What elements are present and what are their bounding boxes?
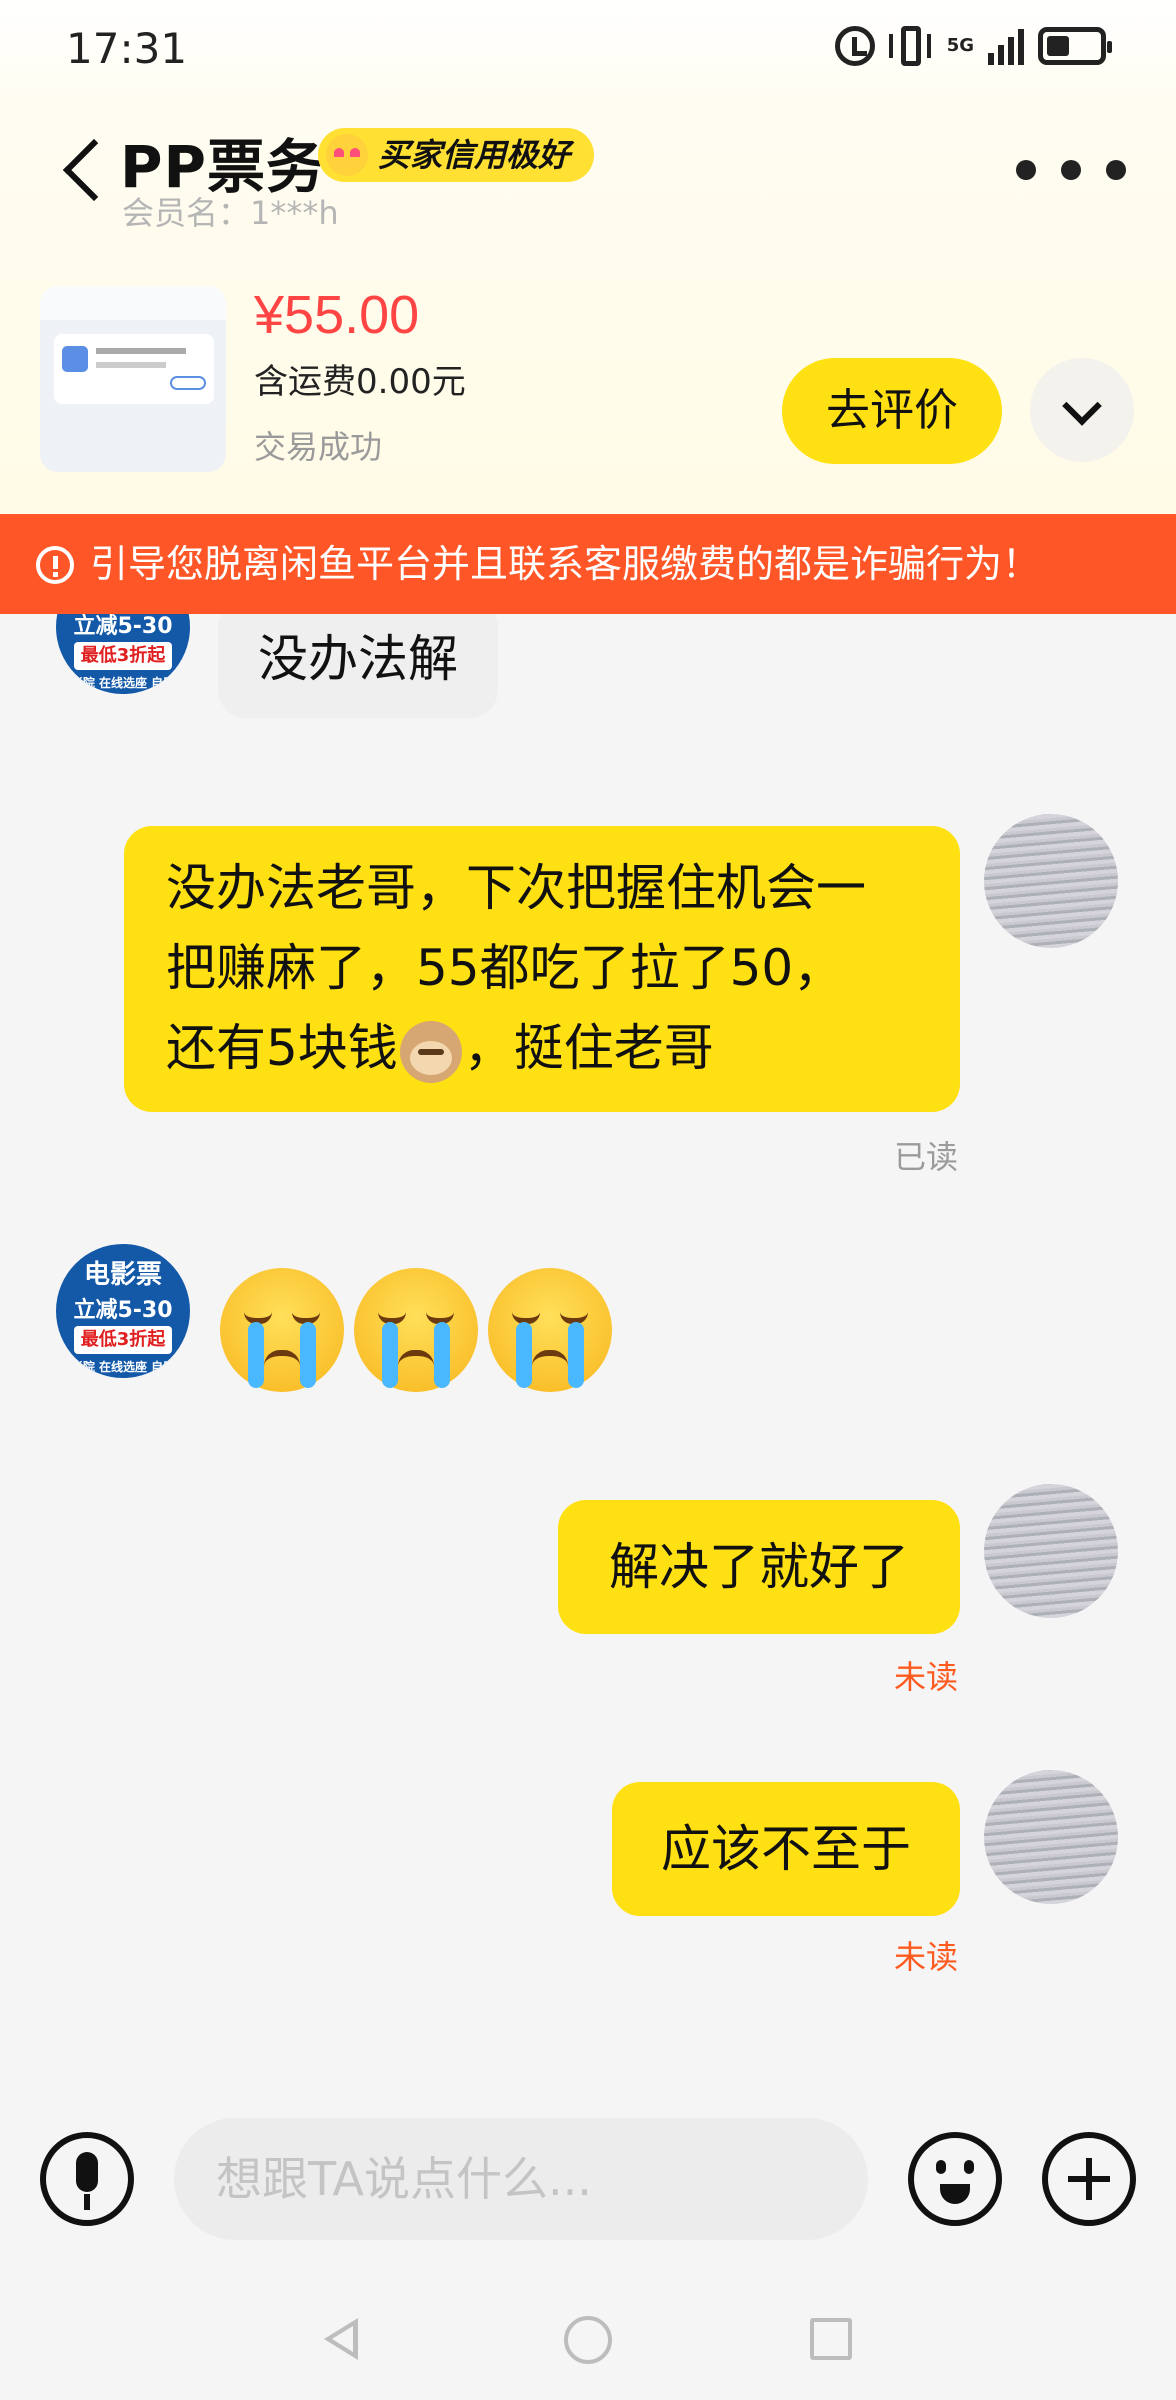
- user-avatar[interactable]: [984, 1484, 1118, 1618]
- read-status: 已读: [894, 1138, 959, 1176]
- status-icons: 5G: [834, 26, 1112, 66]
- credit-badge: 买家信用极好: [318, 128, 595, 182]
- nav-recents-icon[interactable]: [810, 2318, 852, 2360]
- credit-badge-label: 买家信用极好: [378, 136, 571, 174]
- chevron-down-icon[interactable]: [1030, 358, 1134, 462]
- network-type: 5G: [946, 35, 974, 56]
- plus-icon[interactable]: [1042, 2132, 1136, 2226]
- crying-face-icon[interactable]: [220, 1268, 344, 1392]
- back-arrow-icon[interactable]: [58, 138, 110, 208]
- review-button[interactable]: 去评价: [782, 358, 1002, 464]
- microphone-icon[interactable]: [40, 2132, 134, 2226]
- seller-avatar[interactable]: 电影票 立减5-30元 最低3折起 影院 在线选座 自助: [56, 1244, 190, 1378]
- unread-status: 未读: [894, 1658, 959, 1696]
- more-options-icon[interactable]: [1016, 160, 1126, 184]
- user-avatar[interactable]: [984, 814, 1118, 948]
- trade-status: 交易成功: [254, 428, 383, 466]
- warning-icon: [36, 546, 74, 584]
- product-thumbnail[interactable]: [40, 286, 226, 472]
- nav-home-icon[interactable]: [564, 2316, 612, 2364]
- battery-icon: [1038, 27, 1112, 65]
- fraud-warning-banner-overlay: 引导您脱离闲鱼平台并且联系客服缴费的都是诈骗行为！: [0, 514, 1176, 614]
- shipping-fee: 含运费0.00元: [254, 362, 466, 402]
- crying-face-icon[interactable]: [488, 1268, 612, 1392]
- member-name: 会员名：1***h: [122, 194, 339, 232]
- status-bar: 17:31 5G: [0, 0, 1176, 100]
- message-bubble-sent[interactable]: 应该不至于: [612, 1782, 960, 1916]
- emoji-icon[interactable]: [908, 2132, 1002, 2226]
- alarm-icon: [834, 26, 875, 66]
- unread-status: 未读: [894, 1938, 959, 1976]
- message-bubble-sent[interactable]: 没办法老哥，下次把握住机会一 把赚麻了，55都吃了拉了50， 还有5块钱 ，挺住老…: [124, 826, 960, 1112]
- message-bubble-received[interactable]: 没办法解: [218, 600, 498, 718]
- user-avatar[interactable]: [984, 1770, 1118, 1904]
- heart-eyes-icon: [326, 134, 368, 176]
- message-input[interactable]: [174, 2118, 868, 2240]
- signal-icon: [988, 27, 1024, 65]
- crying-face-icon[interactable]: [354, 1268, 478, 1392]
- chat-header: PP票务 买家信用极好 会员名：1***h ¥55.00 含运费0.00元 交易…: [0, 100, 1176, 520]
- nav-back-icon[interactable]: [320, 2314, 364, 2364]
- status-time: 17:31: [66, 24, 188, 73]
- monkey-emoji-icon: [399, 1020, 462, 1083]
- order-price: ¥55.00: [254, 285, 420, 345]
- vibrate-icon: [888, 26, 933, 66]
- message-bubble-sent[interactable]: 解决了就好了: [558, 1500, 960, 1634]
